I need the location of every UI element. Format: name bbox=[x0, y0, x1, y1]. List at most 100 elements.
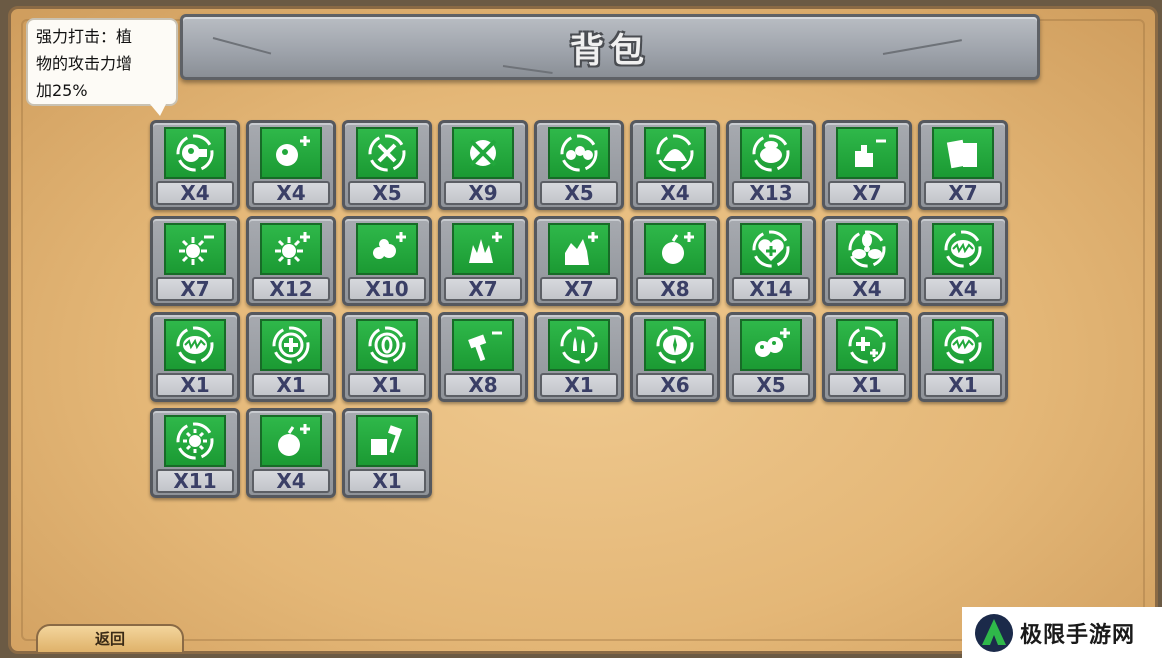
hand-minus-icon bbox=[836, 127, 898, 179]
item-count: X4 bbox=[924, 277, 1002, 301]
item-count: X1 bbox=[828, 373, 906, 397]
inventory-slot[interactable]: X5 bbox=[726, 312, 816, 402]
inventory-slot[interactable]: X14 bbox=[726, 216, 816, 306]
zero-circle-icon bbox=[356, 319, 418, 371]
item-count: X5 bbox=[348, 181, 426, 205]
chomper-icon bbox=[932, 319, 994, 371]
fan-icon bbox=[836, 223, 898, 275]
inventory-slot[interactable]: X4 bbox=[918, 216, 1008, 306]
apple-plus-icon bbox=[644, 223, 706, 275]
item-count: X8 bbox=[636, 277, 714, 301]
inventory-slot[interactable]: X1 bbox=[342, 312, 432, 402]
inventory-slot[interactable]: X1 bbox=[822, 312, 912, 402]
target-icon bbox=[356, 127, 418, 179]
item-count: X9 bbox=[444, 181, 522, 205]
item-count: X5 bbox=[540, 181, 618, 205]
inventory-slot[interactable]: X7 bbox=[438, 216, 528, 306]
inventory-slot[interactable]: X10 bbox=[342, 216, 432, 306]
item-count: X7 bbox=[924, 181, 1002, 205]
item-count: X4 bbox=[252, 181, 330, 205]
item-count: X1 bbox=[348, 469, 426, 493]
inventory-slot[interactable]: X7 bbox=[150, 216, 240, 306]
page-title: 背包 bbox=[570, 30, 650, 71]
spiky-plus-icon bbox=[452, 223, 514, 275]
inventory-slot[interactable]: X4 bbox=[630, 120, 720, 210]
item-count: X8 bbox=[444, 373, 522, 397]
inventory-slot[interactable]: X7 bbox=[534, 216, 624, 306]
sun-minus-icon bbox=[164, 223, 226, 275]
item-count: X7 bbox=[828, 181, 906, 205]
item-count: X11 bbox=[156, 469, 234, 493]
watermark: 极限手游网 bbox=[962, 607, 1162, 658]
inventory-slot[interactable]: X1 bbox=[534, 312, 624, 402]
sun-plus-icon bbox=[260, 223, 322, 275]
double-plus-icon bbox=[836, 319, 898, 371]
chomper-icon bbox=[164, 319, 226, 371]
item-count: X12 bbox=[252, 277, 330, 301]
item-count: X4 bbox=[828, 277, 906, 301]
item-count: X7 bbox=[540, 277, 618, 301]
item-count: X6 bbox=[636, 373, 714, 397]
tooltip-line: 加25% bbox=[36, 81, 88, 100]
mouth-icon bbox=[644, 319, 706, 371]
gift-hammer-icon bbox=[356, 415, 418, 467]
inventory-slot[interactable]: X1 bbox=[246, 312, 336, 402]
item-count: X10 bbox=[348, 277, 426, 301]
inventory-slot[interactable]: X5 bbox=[534, 120, 624, 210]
item-count: X4 bbox=[156, 181, 234, 205]
inventory-slot[interactable]: X7 bbox=[918, 120, 1008, 210]
item-count: X1 bbox=[924, 373, 1002, 397]
title-banner: 背包 bbox=[180, 14, 1040, 80]
item-count: X7 bbox=[444, 277, 522, 301]
inventory-slot[interactable]: X9 bbox=[438, 120, 528, 210]
tooltip-line: 强力打击：植 bbox=[36, 27, 133, 46]
item-tooltip: 强力打击：植 物的攻击力增 加25% bbox=[26, 18, 178, 106]
item-count: X14 bbox=[732, 277, 810, 301]
berries-plus-icon bbox=[356, 223, 418, 275]
tooltip-line: 物的攻击力增 bbox=[36, 54, 133, 73]
inventory-slot[interactable]: X8 bbox=[438, 312, 528, 402]
inventory-slot[interactable]: X4 bbox=[246, 408, 336, 498]
inventory-slot[interactable]: X11 bbox=[150, 408, 240, 498]
inventory-slot[interactable]: X13 bbox=[726, 120, 816, 210]
inventory-slot[interactable]: X4 bbox=[246, 120, 336, 210]
item-count: X4 bbox=[252, 469, 330, 493]
apple-plus-icon bbox=[260, 415, 322, 467]
inventory-slot[interactable]: X1 bbox=[918, 312, 1008, 402]
inventory-slot[interactable]: X1 bbox=[150, 312, 240, 402]
inventory-slot[interactable]: X12 bbox=[246, 216, 336, 306]
item-count: X5 bbox=[732, 373, 810, 397]
inventory-slot[interactable]: X7 bbox=[822, 120, 912, 210]
watermark-text: 极限手游网 bbox=[1020, 622, 1136, 648]
zombie-head-icon bbox=[644, 127, 706, 179]
peashooter-icon bbox=[164, 127, 226, 179]
item-count: X13 bbox=[732, 181, 810, 205]
multi-pea-icon bbox=[548, 127, 610, 179]
stone-crack bbox=[882, 39, 962, 55]
item-count: X7 bbox=[156, 277, 234, 301]
hammer-minus-icon bbox=[452, 319, 514, 371]
stone-crack bbox=[502, 65, 553, 74]
heart-plus-icon bbox=[740, 223, 802, 275]
inventory-slot[interactable]: X8 bbox=[630, 216, 720, 306]
sunburst-icon bbox=[164, 415, 226, 467]
inventory-slot[interactable]: X4 bbox=[150, 120, 240, 210]
inventory-grid: X4 X4 X5 X9 X5 X4 X13 X7 X7 X7 X12 X10 X7 X7 X8 X14 X4 X4… bbox=[150, 120, 1008, 498]
drops-icon bbox=[548, 319, 610, 371]
inventory-slot[interactable]: X4 bbox=[822, 216, 912, 306]
watermark-logo-icon bbox=[975, 613, 1013, 652]
item-count: X1 bbox=[348, 373, 426, 397]
inventory-slot[interactable]: X6 bbox=[630, 312, 720, 402]
cactus-plus-icon bbox=[548, 223, 610, 275]
item-count: X4 bbox=[636, 181, 714, 205]
pea-plus-icon bbox=[260, 127, 322, 179]
item-count: X1 bbox=[156, 373, 234, 397]
inventory-slot[interactable]: X1 bbox=[342, 408, 432, 498]
chomper-icon bbox=[932, 223, 994, 275]
crosshair-icon bbox=[452, 127, 514, 179]
book-icon bbox=[932, 127, 994, 179]
pea-pair-plus-icon bbox=[740, 319, 802, 371]
back-button[interactable]: 返回 bbox=[36, 624, 184, 654]
inventory-slot[interactable]: X5 bbox=[342, 120, 432, 210]
zombie-brain-icon bbox=[740, 127, 802, 179]
